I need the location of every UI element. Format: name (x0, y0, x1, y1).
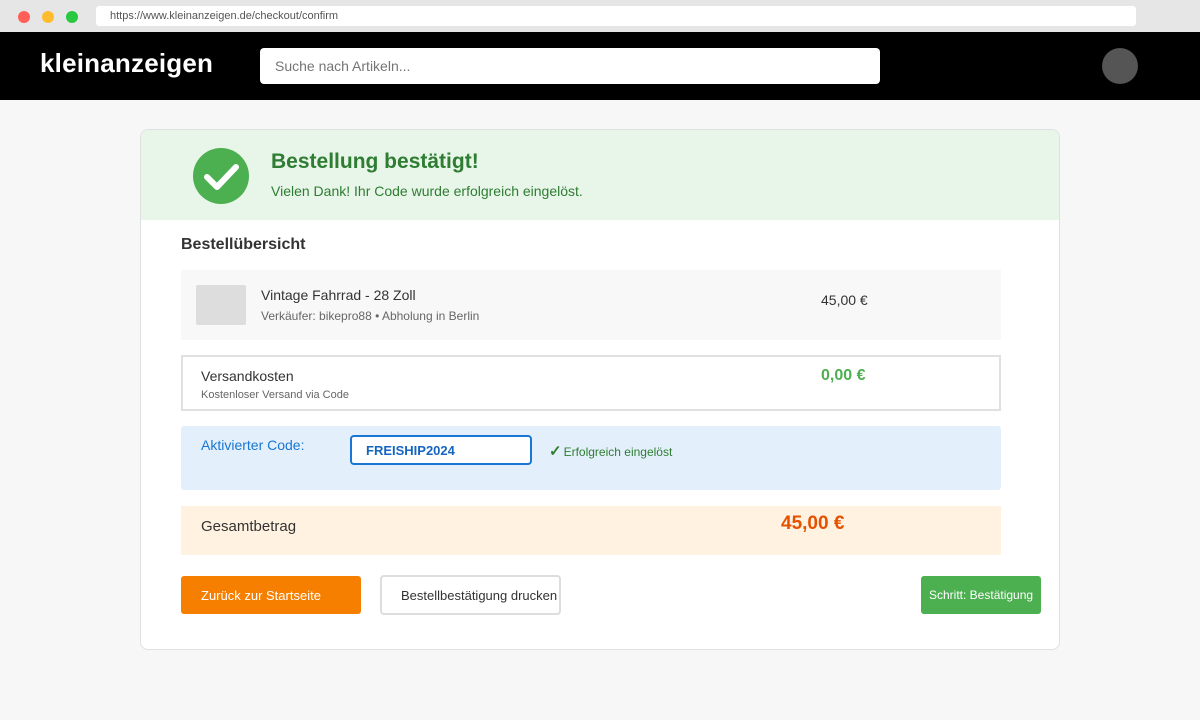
code-status: ✓ Erfolgreich eingelöst (549, 442, 672, 460)
back-to-home-button[interactable]: Zurück zur Startseite (181, 576, 361, 614)
item-thumbnail (196, 285, 246, 325)
item-seller-info: Verkäufer: bikepro88 • Abholung in Berli… (261, 309, 480, 323)
shipping-subtitle: Kostenloser Versand via Code (201, 389, 349, 401)
total-label: Gesamtbetrag (201, 518, 297, 535)
code-label: Aktivierter Code: (201, 437, 305, 453)
maximize-window-button[interactable] (66, 11, 78, 23)
confirmation-subtitle: Vielen Dank! Ihr Code wurde erfolgreich … (271, 183, 583, 199)
confirmation-title: Bestellung bestätigt! (271, 150, 479, 173)
item-price: 45,00 € (821, 292, 868, 308)
checkmark-icon: ✓ (549, 443, 562, 460)
browser-chrome: https://www.kleinanzeigen.de/checkout/co… (0, 0, 1200, 32)
shipping-price: 0,00 € (821, 367, 866, 384)
site-logo[interactable]: kleinanzeigen (40, 48, 213, 79)
shipping-label: Versandkosten (201, 368, 294, 384)
search-input[interactable] (260, 48, 880, 84)
close-window-button[interactable] (18, 11, 30, 23)
order-item-row: Vintage Fahrrad - 28 Zoll Verkäufer: bik… (181, 270, 1001, 340)
success-banner: Bestellung bestätigt! Vielen Dank! Ihr C… (141, 130, 1059, 220)
total-value: 45,00 € (781, 513, 845, 534)
total-row: Gesamtbetrag 45,00 € (181, 506, 1001, 555)
print-confirmation-button[interactable]: Bestellbestätigung drucken (380, 575, 561, 615)
address-bar[interactable]: https://www.kleinanzeigen.de/checkout/co… (96, 6, 1136, 26)
site-header: kleinanzeigen (0, 32, 1200, 100)
item-title: Vintage Fahrrad - 28 Zoll (261, 287, 416, 303)
order-summary-title: Bestellübersicht (181, 236, 306, 253)
code-status-text: Erfolgreich eingelöst (563, 445, 673, 459)
check-circle-icon (193, 148, 249, 204)
step-confirmation-button[interactable]: Schritt: Bestätigung (921, 576, 1041, 614)
confirmation-card: Bestellung bestätigt! Vielen Dank! Ihr C… (140, 129, 1060, 650)
activated-code-box: Aktivierter Code: ✓Erfolgreich eingelöst (181, 426, 1001, 490)
code-field[interactable] (350, 435, 532, 465)
user-avatar-icon[interactable] (1102, 48, 1138, 84)
shipping-row: Versandkosten Kostenloser Versand via Co… (181, 355, 1001, 411)
minimize-window-button[interactable] (42, 11, 54, 23)
